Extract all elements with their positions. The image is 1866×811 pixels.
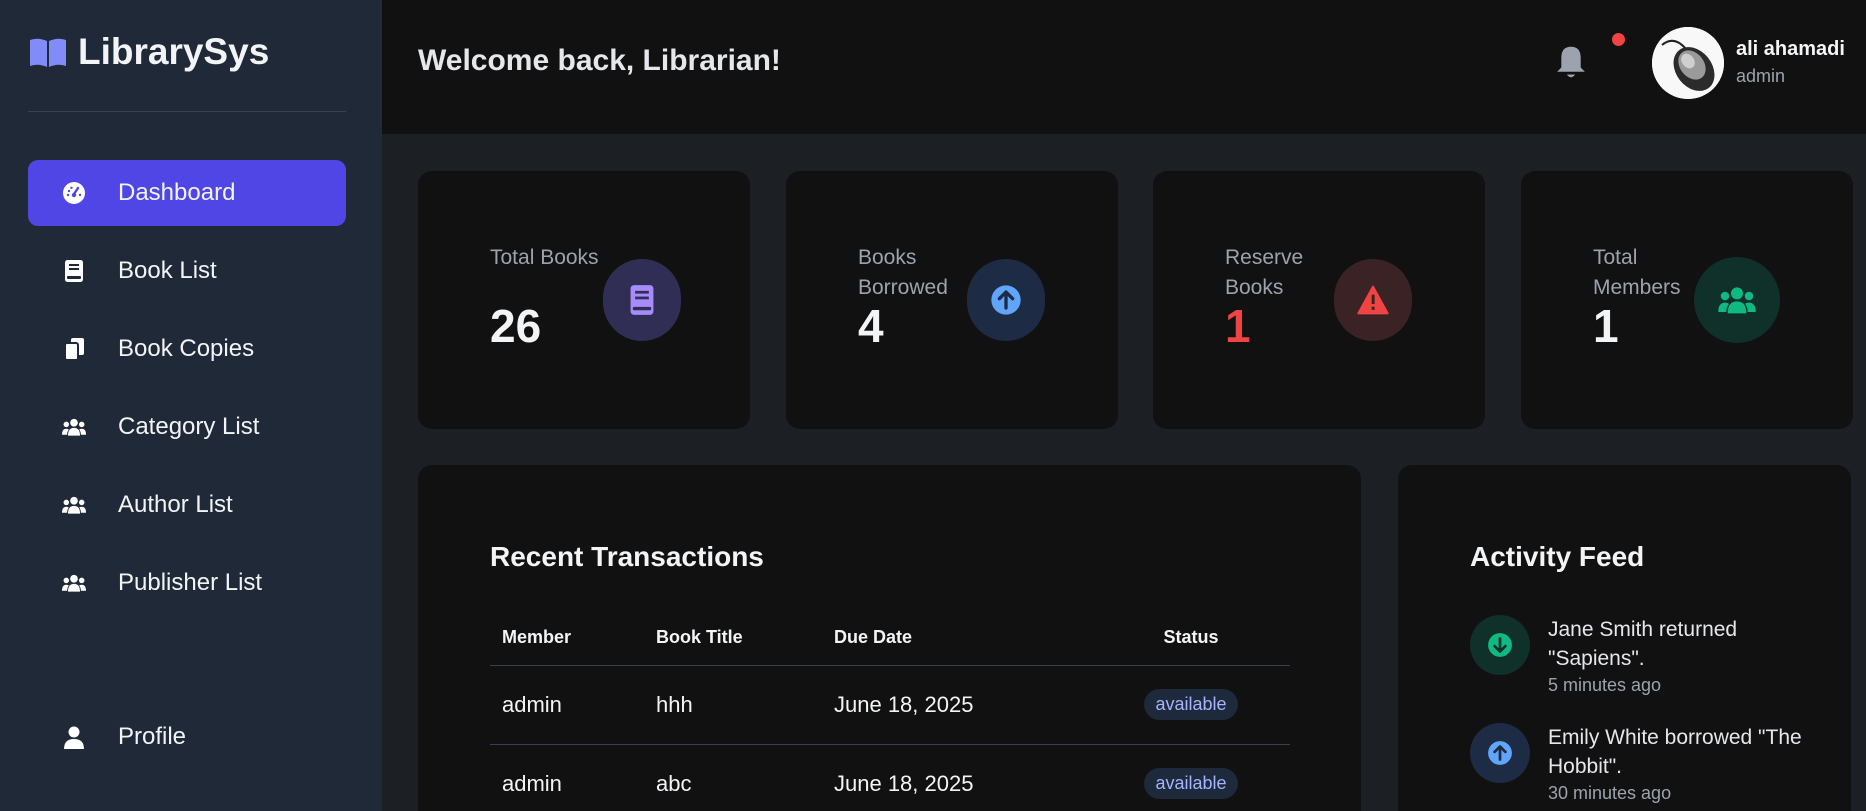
cell-member: admin xyxy=(490,744,644,811)
table-header-row: Member Book Title Due Date Status xyxy=(490,611,1290,666)
stat-value: 1 xyxy=(1593,300,1619,352)
arrow-up-icon xyxy=(1488,741,1512,765)
sidebar-item-label: Book List xyxy=(118,257,217,284)
column-header: Due Date xyxy=(822,611,1080,666)
arrow-up-icon xyxy=(991,285,1021,315)
transactions-table: Member Book Title Due Date Status admin … xyxy=(490,611,1290,811)
sidebar-item-category-list[interactable]: Category List xyxy=(28,394,346,460)
users-icon xyxy=(62,496,86,514)
copies-icon xyxy=(64,338,84,361)
cell-due-date: June 18, 2025 xyxy=(822,744,1080,811)
mouse-image xyxy=(1652,27,1724,99)
stat-label: Books Borrowed xyxy=(858,246,948,299)
sidebar-item-label: Profile xyxy=(118,723,187,750)
warning-icon xyxy=(1357,285,1389,315)
status-badge: available xyxy=(1144,768,1238,799)
feed-text: Jane Smith returned "Sapiens". xyxy=(1548,618,1738,670)
table-row[interactable]: admin hhh June 18, 2025 available xyxy=(490,665,1290,745)
feed-item: Emily White borrowed "The Hobbit". 30 mi… xyxy=(1470,723,1830,811)
users-icon xyxy=(1718,287,1756,314)
sidebar-item-dashboard[interactable]: Dashboard xyxy=(28,160,346,226)
brand-title: LibrarySys xyxy=(78,31,270,72)
dashboard-icon xyxy=(63,182,85,204)
column-header: Book Title xyxy=(644,611,822,666)
open-book-icon xyxy=(30,38,66,67)
stat-icon-wrap xyxy=(1694,257,1780,343)
feed-item: Jane Smith returned "Sapiens". 5 minutes… xyxy=(1470,615,1830,705)
user-name: ali ahamadi xyxy=(1736,38,1845,60)
feed-icon-wrap xyxy=(1470,615,1530,675)
stat-label: Total Books xyxy=(490,246,599,269)
activity-feed-title: Activity Feed xyxy=(1470,541,1645,572)
transactions-title: Recent Transactions xyxy=(490,541,764,572)
column-header: Member xyxy=(490,611,644,666)
sidebar-item-label: Category List xyxy=(118,413,260,440)
table-row[interactable]: admin abc June 18, 2025 available xyxy=(490,744,1290,811)
stat-card-books-borrowed: Books Borrowed 4 xyxy=(786,171,1118,429)
brand[interactable]: LibrarySys xyxy=(28,30,269,74)
arrow-down-icon xyxy=(1488,633,1512,657)
stat-card-total-books: Total Books 26 xyxy=(418,171,750,429)
cell-member: admin xyxy=(490,665,644,745)
cell-status: available xyxy=(1080,665,1290,745)
user-icon xyxy=(64,726,84,749)
status-badge: available xyxy=(1144,689,1238,720)
bell-icon[interactable] xyxy=(1554,44,1588,80)
divider xyxy=(28,111,346,112)
users-icon xyxy=(62,418,86,436)
feed-text: Emily White borrowed "The Hobbit". xyxy=(1548,726,1802,778)
sidebar: LibrarySys Dashboard Book List Book Copi… xyxy=(0,0,382,811)
sidebar-item-book-list[interactable]: Book List xyxy=(28,238,346,304)
transactions-panel: Recent Transactions Member Book Title Du… xyxy=(418,465,1361,811)
book-icon xyxy=(630,285,654,315)
stat-icon-wrap xyxy=(603,259,681,341)
stat-value: 26 xyxy=(490,300,542,352)
stat-value: 4 xyxy=(858,300,884,352)
stat-value: 1 xyxy=(1225,300,1251,352)
top-bar: Welcome back, Librarian! ali ahamadi adm… xyxy=(382,0,1866,134)
activity-feed-panel: Activity Feed Jane Smith returned "Sapie… xyxy=(1398,465,1851,811)
stat-label: Reserve Books xyxy=(1225,246,1304,299)
sidebar-item-label: Author List xyxy=(118,491,233,518)
sidebar-item-publisher-list[interactable]: Publisher List xyxy=(28,550,346,616)
feed-time: 5 minutes ago xyxy=(1548,675,1662,695)
sidebar-item-profile[interactable]: Profile xyxy=(28,704,346,770)
cell-book-title: hhh xyxy=(644,665,822,745)
feed-icon-wrap xyxy=(1470,723,1530,783)
feed-time: 30 minutes ago xyxy=(1548,783,1672,803)
stat-card-reserve-books: Reserve Books 1 xyxy=(1153,171,1485,429)
sidebar-item-label: Dashboard xyxy=(118,179,236,206)
stat-card-total-members: Total Members 1 xyxy=(1521,171,1853,429)
sidebar-item-label: Book Copies xyxy=(118,335,255,362)
book-icon xyxy=(65,260,83,282)
stat-icon-wrap xyxy=(1334,259,1412,341)
cell-book-title: abc xyxy=(644,744,822,811)
sidebar-item-book-copies[interactable]: Book Copies xyxy=(28,316,346,382)
user-role: admin xyxy=(1736,66,1786,86)
notification-dot xyxy=(1612,33,1625,46)
cell-due-date: June 18, 2025 xyxy=(822,665,1080,745)
sidebar-item-author-list[interactable]: Author List xyxy=(28,472,346,538)
sidebar-item-label: Publisher List xyxy=(118,569,263,596)
users-icon xyxy=(62,574,86,592)
column-header: Status xyxy=(1080,611,1290,666)
cell-status: available xyxy=(1080,744,1290,811)
stat-icon-wrap xyxy=(967,259,1045,341)
avatar[interactable] xyxy=(1652,27,1724,99)
page-title: Welcome back, Librarian! xyxy=(418,44,781,77)
